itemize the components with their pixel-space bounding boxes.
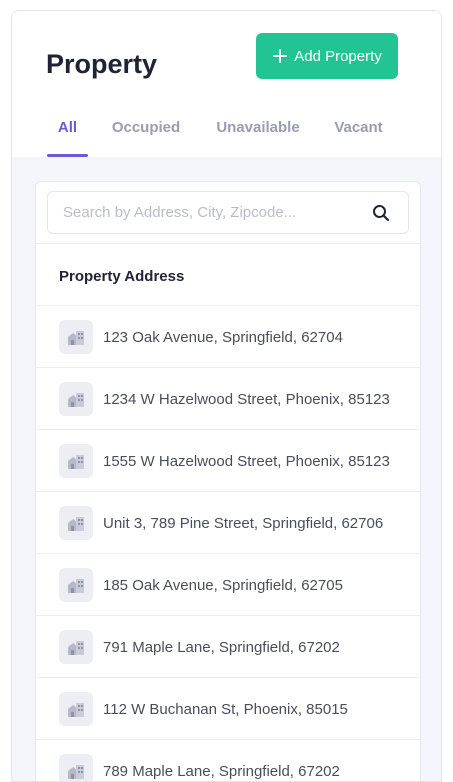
table-row[interactable]: 112 W Buchanan St, Phoenix, 85015 (36, 678, 420, 740)
tab-unavailable[interactable]: Unavailable (214, 119, 302, 157)
property-thumbnail (59, 506, 93, 540)
property-address: Unit 3, 789 Pine Street, Springfield, 62… (103, 515, 384, 532)
tab-vacant-label: Vacant (334, 119, 383, 136)
property-thumbnail (59, 382, 93, 416)
page-header: Property Add Property All Occupied Unava… (12, 11, 441, 157)
status-tabs: All Occupied Unavailable Vacant (12, 119, 441, 157)
tab-all[interactable]: All (47, 119, 88, 157)
building-icon (68, 765, 84, 779)
table-row[interactable]: 1234 W Hazelwood Street, Phoenix, 85123 (36, 368, 420, 430)
building-icon (68, 331, 84, 345)
column-header-property-address: Property Address (59, 268, 185, 285)
property-address: 789 Maple Lane, Springfield, 67202 (103, 763, 340, 780)
property-thumbnail (59, 568, 93, 602)
page-title: Property (46, 49, 158, 79)
building-icon (68, 517, 84, 531)
tab-occupied-label: Occupied (111, 119, 181, 136)
property-card: Property Add Property All Occupied Unava… (11, 10, 442, 782)
table-row[interactable]: 791 Maple Lane, Springfield, 67202 (36, 616, 420, 678)
property-address: 1555 W Hazelwood Street, Phoenix, 85123 (103, 453, 390, 470)
table-row[interactable]: 1555 W Hazelwood Street, Phoenix, 85123 (36, 430, 420, 492)
tab-all-label: All (57, 119, 78, 136)
building-icon (68, 641, 84, 655)
property-thumbnail (59, 754, 93, 781)
property-address: 112 W Buchanan St, Phoenix, 85015 (103, 701, 348, 718)
add-property-label: Add Property (294, 47, 382, 65)
table-column-header: Property Address (36, 243, 420, 306)
property-address: 1234 W Hazelwood Street, Phoenix, 85123 (103, 391, 390, 408)
building-icon (68, 455, 84, 469)
property-list-panel: Property Address 123 Oak Avenue, Springf… (35, 181, 421, 781)
property-thumbnail (59, 444, 93, 478)
plus-icon (273, 49, 288, 63)
table-row[interactable]: 789 Maple Lane, Springfield, 67202 (36, 740, 420, 781)
tab-unavailable-label: Unavailable (216, 119, 300, 136)
property-address: 123 Oak Avenue, Springfield, 62704 (103, 329, 343, 346)
search-icon[interactable] (372, 204, 390, 222)
building-icon (68, 393, 84, 407)
property-address: 185 Oak Avenue, Springfield, 62705 (103, 577, 343, 594)
property-thumbnail (59, 692, 93, 726)
building-icon (68, 703, 84, 717)
table-row[interactable]: 123 Oak Avenue, Springfield, 62704 (36, 306, 420, 368)
building-icon (68, 579, 84, 593)
table-row[interactable]: 185 Oak Avenue, Springfield, 62705 (36, 554, 420, 616)
add-property-button[interactable]: Add Property (256, 33, 398, 79)
tab-vacant[interactable]: Vacant (332, 119, 385, 157)
tab-occupied[interactable]: Occupied (111, 119, 181, 157)
search-box (47, 191, 409, 234)
search-input[interactable] (48, 192, 368, 233)
property-table-body: 123 Oak Avenue, Springfield, 62704 1234 … (36, 306, 420, 781)
property-thumbnail (59, 320, 93, 354)
table-row[interactable]: Unit 3, 789 Pine Street, Springfield, 62… (36, 492, 420, 554)
property-address: 791 Maple Lane, Springfield, 67202 (103, 639, 340, 656)
property-thumbnail (59, 630, 93, 664)
